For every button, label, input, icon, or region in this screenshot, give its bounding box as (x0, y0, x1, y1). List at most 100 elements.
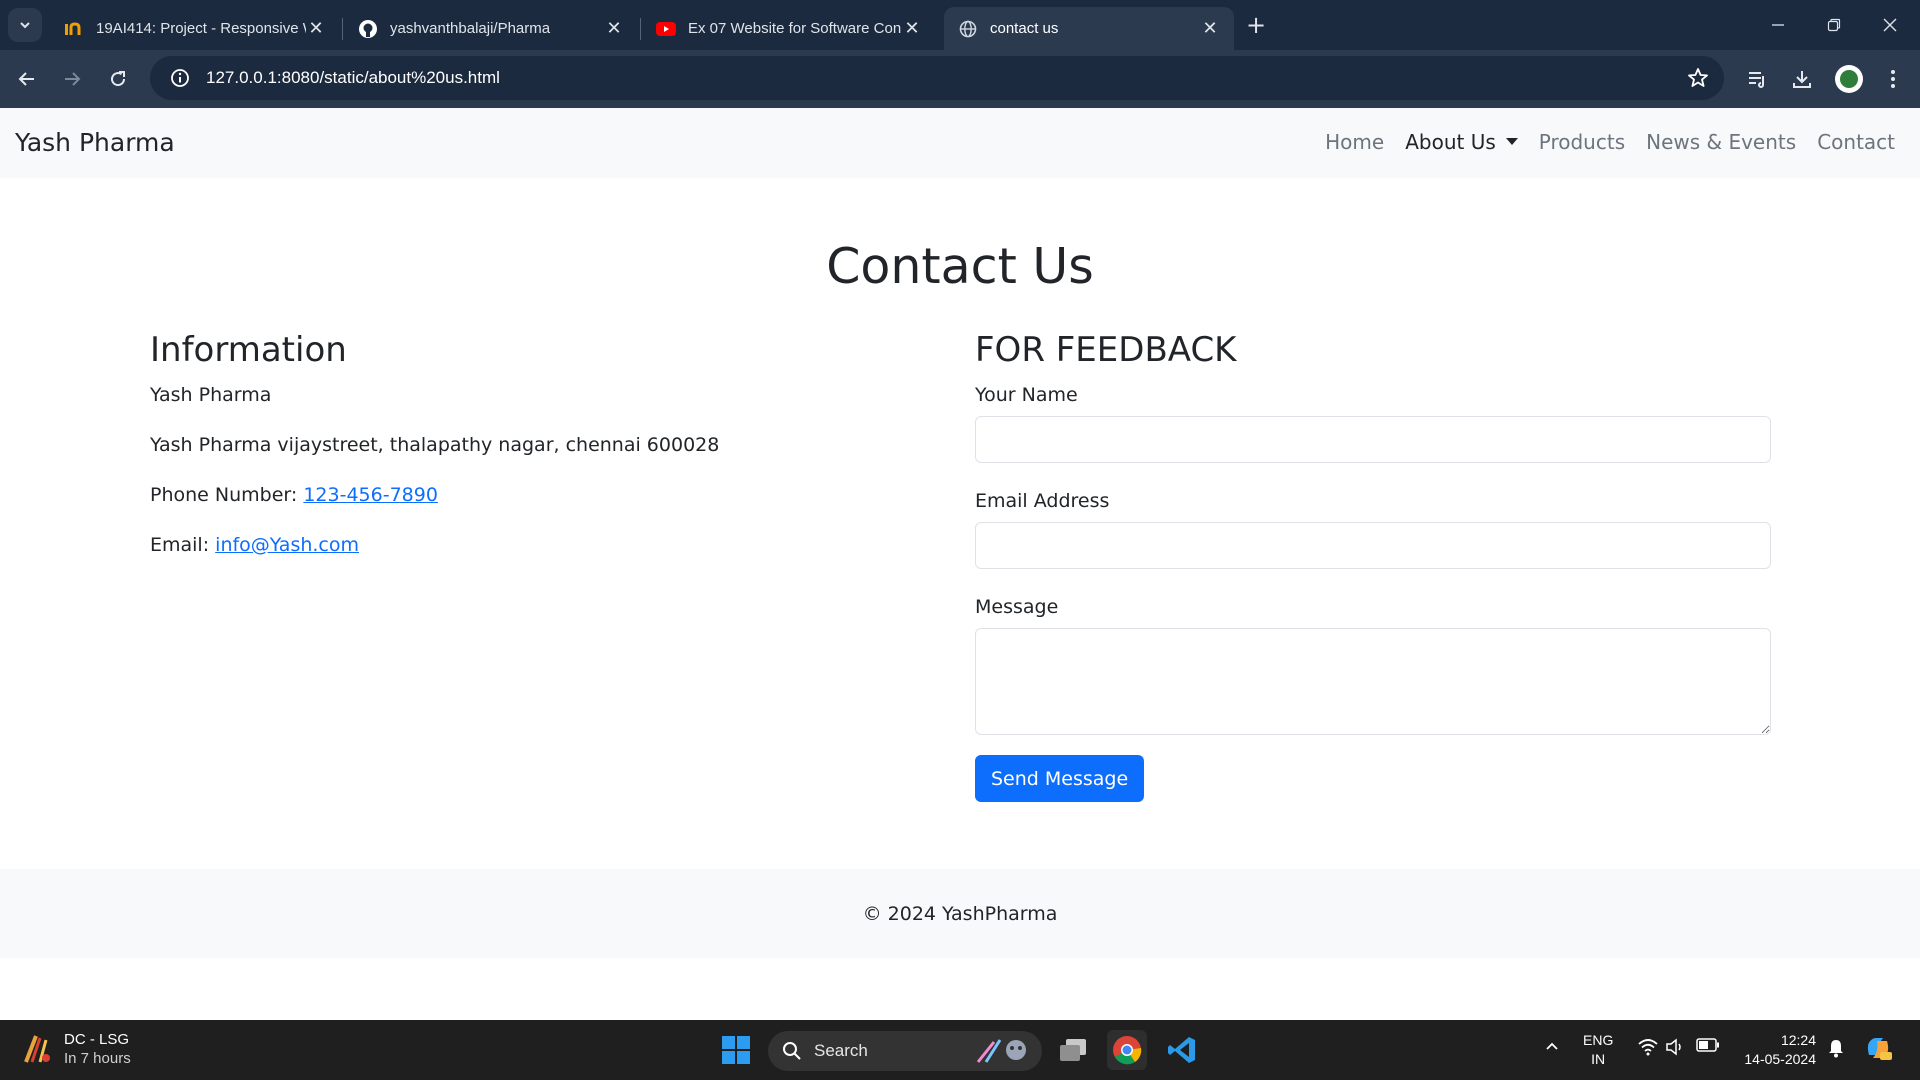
minimize-icon (1772, 24, 1784, 26)
forward-button[interactable] (57, 64, 87, 94)
github-icon (358, 19, 378, 39)
email-line: Email: info@Yash.com (150, 534, 890, 556)
information-section: Information Yash Pharma Yash Pharma vija… (150, 330, 890, 584)
lang-line-2: IN (1591, 1051, 1606, 1067)
notification-bell-icon[interactable] (1825, 1038, 1847, 1058)
clock[interactable]: 12:24 14-05-2024 (1736, 1031, 1816, 1069)
browser-toolbar: 127.0.0.1:8080/static/about%20us.html (0, 50, 1920, 108)
reload-icon (111, 71, 126, 87)
arrow-left-icon (18, 72, 34, 86)
url-text[interactable]: 127.0.0.1:8080/static/about%20us.html (206, 68, 500, 88)
address-bar[interactable]: 127.0.0.1:8080/static/about%20us.html (150, 56, 1724, 100)
close-icon[interactable]: ✕ (604, 18, 624, 39)
inshorts-icon (64, 19, 84, 39)
download-icon[interactable] (1789, 66, 1815, 92)
tab-title: 19AI414: Project - Responsive W (96, 20, 306, 37)
information-heading: Information (150, 330, 347, 370)
chevron-down-icon (20, 22, 30, 29)
battery-icon[interactable] (1695, 1038, 1721, 1052)
windows-icon (722, 1036, 750, 1064)
close-icon[interactable]: ✕ (1200, 18, 1220, 39)
bookmark-star-icon[interactable] (1686, 66, 1710, 90)
chrome-taskbar-button[interactable] (1107, 1030, 1147, 1070)
nav-about-us-dropdown[interactable]: About Us (1405, 130, 1518, 154)
page-title: Contact Us (826, 238, 1094, 295)
message-textarea[interactable] (975, 628, 1771, 735)
nav-contact[interactable]: Contact (1817, 130, 1895, 154)
language-indicator[interactable]: ENG IN (1583, 1031, 1613, 1069)
close-icon (1883, 18, 1897, 32)
tab-search-button[interactable] (8, 8, 42, 42)
new-tab-button[interactable]: + (1243, 11, 1269, 39)
globe-icon (958, 19, 978, 39)
phone-label: Phone Number: (150, 484, 298, 506)
back-button[interactable] (12, 64, 42, 94)
email-input[interactable] (975, 522, 1771, 569)
close-icon[interactable]: ✕ (306, 18, 326, 39)
menu-dots-icon[interactable] (1880, 66, 1906, 92)
lang-line-1: ENG (1583, 1032, 1614, 1048)
tab-divider (640, 18, 641, 40)
caret-down-icon (1505, 138, 1518, 145)
start-button[interactable] (716, 1030, 756, 1070)
tab-4-active[interactable]: contact us ✕ (944, 7, 1234, 50)
email-label: Email: (150, 534, 210, 556)
chevron-up-icon (1546, 1042, 1558, 1050)
company-address: Yash Pharma vijaystreet, thalapathy naga… (150, 434, 720, 456)
vscode-icon (1168, 1037, 1195, 1063)
weather-widget[interactable]: DC - LSG In 7 hours (20, 1030, 131, 1068)
nav-links: Home About Us Products News & Events Con… (1304, 130, 1895, 154)
name-label: Your Name (975, 384, 1078, 406)
message-label: Message (975, 596, 1059, 618)
volume-icon[interactable] (1663, 1038, 1687, 1056)
tab-title: contact us (990, 20, 1059, 37)
tab-1[interactable]: 19AI414: Project - Responsive W ✕ (50, 7, 340, 50)
tab-2[interactable]: yashvanthbalaji/Pharma ✕ (344, 7, 638, 50)
email-address-label: Email Address (975, 490, 1110, 512)
send-message-button[interactable]: Send Message (975, 755, 1145, 802)
nav-news-events[interactable]: News & Events (1646, 130, 1796, 154)
chrome-icon (1113, 1036, 1142, 1065)
email-link[interactable]: info@Yash.com (215, 534, 359, 556)
minimize-button[interactable] (1758, 10, 1798, 40)
tray-overflow-button[interactable] (1540, 1038, 1564, 1054)
youtube-icon (656, 19, 676, 39)
name-input[interactable] (975, 416, 1771, 463)
copilot-icon[interactable] (1862, 1033, 1894, 1063)
search-label: Search (814, 1041, 868, 1060)
copyright-text: © 2024 YashPharma (862, 902, 1058, 925)
cricket-icon (24, 1035, 50, 1063)
feedback-form: FOR FEEDBACK Your Name Email Address Mes… (975, 330, 1771, 802)
restore-button[interactable] (1814, 10, 1854, 40)
media-control-icon[interactable] (1744, 66, 1770, 92)
brand-logo[interactable]: Yash Pharma (15, 128, 175, 157)
tab-title: Ex 07 Website for Software Con (688, 20, 902, 37)
nav-home[interactable]: Home (1325, 130, 1384, 154)
web-page: Yash Pharma Home About Us Products News … (0, 108, 1920, 1020)
task-view-button[interactable] (1053, 1030, 1093, 1070)
browser-tab-bar: 19AI414: Project - Responsive W ✕ yashva… (0, 0, 1920, 50)
os-taskbar: DC - LSG In 7 hours Search ENG IN 12:24 … (0, 1020, 1920, 1080)
avatar-icon (1840, 70, 1858, 88)
vscode-taskbar-button[interactable] (1162, 1030, 1202, 1070)
profile-avatar[interactable] (1835, 65, 1863, 93)
feedback-heading: FOR FEEDBACK (975, 330, 1237, 370)
tab-3[interactable]: Ex 07 Website for Software Con ✕ (642, 7, 936, 50)
search-highlight-icon (976, 1039, 1026, 1063)
wifi-icon[interactable] (1636, 1038, 1660, 1056)
taskbar-search[interactable]: Search (768, 1031, 1042, 1071)
close-window-button[interactable] (1870, 10, 1910, 40)
phone-link[interactable]: 123-456-7890 (303, 484, 438, 506)
clock-date: 14-05-2024 (1744, 1051, 1816, 1067)
nav-products[interactable]: Products (1539, 130, 1625, 154)
weather-subtitle: In 7 hours (64, 1050, 131, 1067)
reload-button[interactable] (103, 64, 133, 94)
site-info-icon[interactable] (158, 56, 202, 100)
site-navbar: Yash Pharma Home About Us Products News … (0, 108, 1920, 178)
company-name: Yash Pharma (150, 384, 272, 406)
close-icon[interactable]: ✕ (902, 18, 922, 39)
arrow-right-icon (65, 72, 81, 86)
tab-title: yashvanthbalaji/Pharma (390, 20, 551, 37)
site-footer: © 2024 YashPharma (0, 869, 1920, 958)
task-view-icon (1060, 1039, 1086, 1061)
